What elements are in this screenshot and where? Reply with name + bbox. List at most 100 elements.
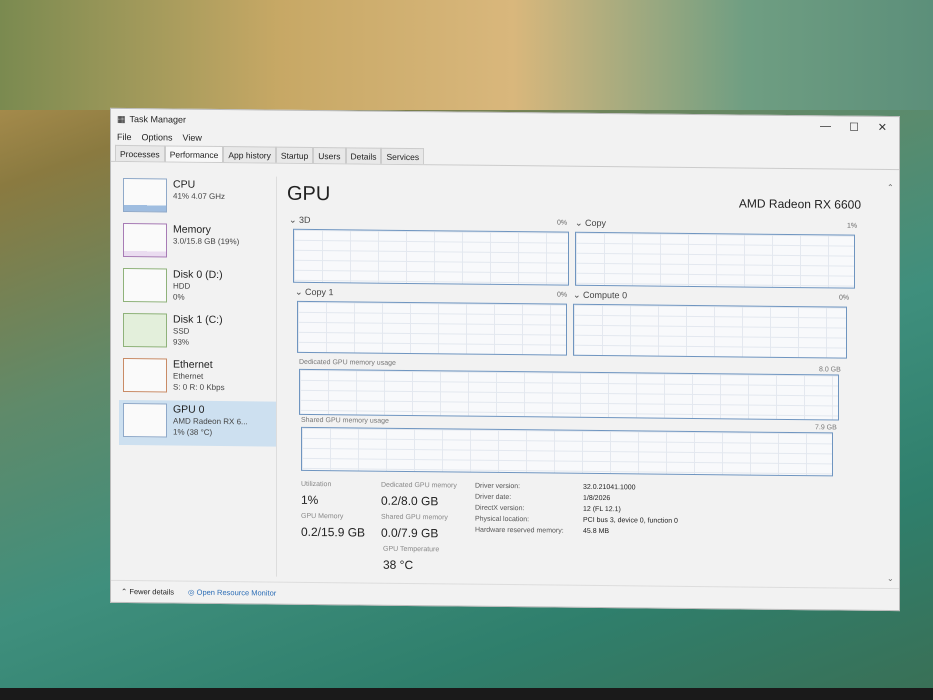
shared-memory-graph (301, 426, 833, 477)
app-icon: ▦ (117, 113, 126, 124)
dedicated-memory-max: 8.0 GB (819, 366, 841, 374)
gpu-thumbnail-graph (123, 402, 167, 438)
engine-3d-graph (293, 228, 569, 286)
gpu-detail-panel: GPU AMD Radeon RX 6600 ⌄ 3D 0% ⌄ Copy 1%… (283, 177, 887, 583)
menu-file[interactable]: File (117, 132, 132, 142)
open-resource-monitor-link[interactable]: ◎ Open Resource Monitor (188, 588, 276, 598)
sidebar-item-cpu[interactable]: CPU 41% 4.07 GHz (119, 175, 276, 222)
tab-details[interactable]: Details (345, 147, 382, 164)
sidebar-item-label: GPU 0 (173, 403, 205, 416)
detail-value: PCI bus 3, device 0, function 0 (583, 516, 678, 525)
detail-value: 12 (FL 12.1) (583, 505, 621, 514)
resource-monitor-label: Open Resource Monitor (196, 587, 277, 598)
gpu-memory-value: 0.2/15.9 GB (301, 524, 366, 540)
engine-label: Copy (585, 217, 607, 229)
sidebar-item-label: Disk 1 (C:) (173, 313, 223, 327)
desktop-wallpaper (0, 0, 933, 110)
memory-thumbnail-graph (123, 222, 167, 258)
sidebar-item-label: Ethernet (173, 358, 213, 371)
sidebar-item-detail: 93% (173, 337, 190, 347)
dedicated-memory-graph (299, 368, 839, 421)
engine-3d-selector[interactable]: ⌄ 3D (289, 215, 311, 226)
cpu-thumbnail-graph (123, 177, 167, 213)
detail-value: 1/8/2026 (583, 494, 611, 503)
gpu-temperature-value: 38 °C (383, 557, 414, 573)
fewer-details-label: Fewer details (129, 587, 174, 597)
sidebar-item-label: Disk 0 (D:) (173, 268, 223, 282)
sidebar-item-detail: AMD Radeon RX 6... (173, 416, 248, 427)
shared-memory-stat-value: 0.0/7.9 GB (381, 525, 439, 541)
sidebar-item-memory[interactable]: Memory 3.0/15.8 GB (19%) (119, 220, 276, 267)
engine-copy-selector[interactable]: ⌄ Copy (575, 218, 606, 229)
taskbar (0, 688, 933, 700)
tab-services[interactable]: Services (381, 147, 425, 165)
engine-copy1-selector[interactable]: ⌄ Copy 1 (295, 287, 334, 298)
engine-label: 3D (299, 214, 311, 225)
detail-label: Hardware reserved memory: (475, 526, 564, 535)
gpu-temperature-label: GPU Temperature (383, 545, 440, 554)
sidebar-item-detail: 1% (38 °C) (173, 427, 213, 437)
engine-copy1-graph (297, 300, 567, 356)
sidebar-item-detail: SSD (173, 326, 190, 336)
tab-users[interactable]: Users (313, 146, 346, 164)
maximize-button[interactable]: ☐ (849, 121, 859, 134)
menu-view[interactable]: View (183, 133, 202, 143)
sidebar-item-gpu-0[interactable]: GPU 0 AMD Radeon RX 6... 1% (38 °C) (119, 399, 276, 447)
scrollbar[interactable]: ⌃ ⌄ (887, 183, 897, 583)
engine-label: Copy 1 (305, 286, 334, 298)
sidebar-item-label: Memory (173, 223, 211, 236)
utilization-label: Utilization (301, 480, 332, 489)
detail-value: 45.8 MB (583, 527, 610, 536)
engine-percent: 0% (557, 219, 568, 227)
gpu-model: AMD Radeon RX 6600 (738, 196, 861, 212)
tab-performance[interactable]: Performance (164, 145, 224, 163)
sidebar-item-ethernet[interactable]: Ethernet Ethernet S: 0 R: 0 Kbps (119, 355, 276, 402)
detail-label: Physical location: (475, 515, 530, 524)
dedicated-memory-stat-value: 0.2/8.0 GB (381, 493, 439, 509)
shared-memory-max: 7.9 GB (815, 424, 837, 432)
sidebar-item-detail: 41% 4.07 GHz (173, 191, 226, 202)
dedicated-memory-stat-label: Dedicated GPU memory (381, 481, 457, 490)
task-manager-window: ▦ Task Manager — ☐ ✕ File Options View P… (110, 107, 900, 612)
sidebar-item-label: CPU (173, 178, 196, 191)
sidebar-item-detail: 0% (173, 292, 185, 302)
sidebar-item-disk-1[interactable]: Disk 1 (C:) SSD 93% (119, 310, 276, 357)
tab-processes[interactable]: Processes (115, 144, 165, 162)
utilization-value: 1% (301, 492, 319, 508)
minimize-button[interactable]: — (820, 120, 831, 132)
shared-memory-label: Shared GPU memory usage (301, 416, 389, 425)
engine-percent: 0% (557, 291, 568, 299)
shared-memory-stat-label: Shared GPU memory (381, 513, 448, 522)
sidebar-item-detail: HDD (173, 281, 191, 291)
ethernet-thumbnail-graph (123, 357, 167, 393)
menu-options[interactable]: Options (142, 132, 173, 142)
disk1-thumbnail-graph (123, 312, 167, 348)
footer: ⌃ Fewer details ◎ Open Resource Monitor (111, 579, 899, 611)
engine-compute0-graph (573, 303, 847, 359)
driver-details: Driver version: 32.0.21041.1000 Driver dat… (283, 177, 887, 535)
sidebar-item-detail: S: 0 R: 0 Kbps (173, 382, 225, 393)
tab-startup[interactable]: Startup (275, 146, 314, 163)
sidebar-item-disk-0[interactable]: Disk 0 (D:) HDD 0% (119, 265, 276, 312)
detail-value: 32.0.21041.1000 (583, 483, 636, 492)
disk0-thumbnail-graph (123, 267, 167, 303)
gpu-memory-label: GPU Memory (301, 512, 344, 521)
detail-label: DirectX version: (475, 504, 525, 513)
fewer-details-button[interactable]: ⌃ Fewer details (121, 587, 174, 597)
resource-sidebar: CPU 41% 4.07 GHz Memory 3.0/15.8 GB (19%) … (119, 174, 277, 577)
engine-percent: 1% (847, 222, 858, 230)
window-title: Task Manager (129, 114, 187, 125)
detail-label: Driver date: (475, 493, 512, 502)
sidebar-item-detail: 3.0/15.8 GB (19%) (173, 236, 240, 247)
sidebar-item-detail: Ethernet (173, 371, 204, 381)
page-title: GPU (287, 182, 331, 206)
tab-app-history[interactable]: App history (223, 146, 276, 163)
engine-label: Compute 0 (583, 289, 628, 301)
engine-percent: 0% (839, 294, 850, 302)
engine-compute0-selector[interactable]: ⌄ Compute 0 (573, 290, 627, 302)
engine-copy-graph (575, 231, 855, 289)
close-button[interactable]: ✕ (878, 121, 887, 134)
resource-monitor-icon: ◎ (187, 587, 195, 597)
dedicated-memory-label: Dedicated GPU memory usage (299, 358, 396, 367)
detail-label: Driver version: (475, 482, 521, 491)
